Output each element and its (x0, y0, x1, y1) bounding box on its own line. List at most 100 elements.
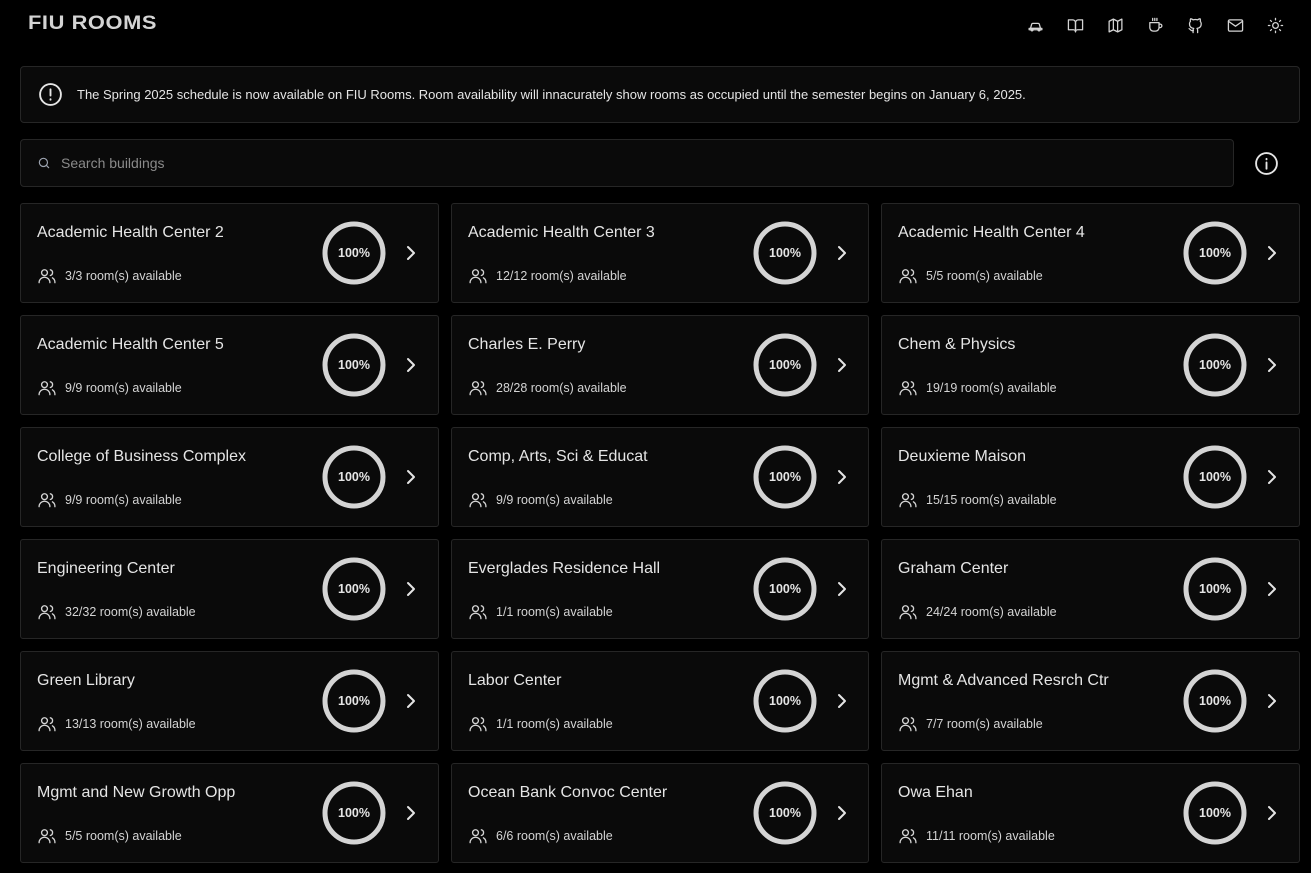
book-icon[interactable] (1065, 15, 1085, 35)
percent-label: 100% (338, 806, 370, 820)
chevron-right-icon[interactable] (1264, 468, 1280, 486)
chevron-right-icon[interactable] (834, 244, 850, 262)
availability-ring: 100% (322, 221, 386, 285)
building-card[interactable]: Graham Center 24/24 room(s) available 100% (881, 539, 1300, 639)
availability-row: 28/28 room(s) available (468, 378, 627, 398)
availability-row: 13/13 room(s) available (37, 714, 196, 734)
users-icon (469, 269, 487, 284)
availability-ring: 100% (753, 669, 817, 733)
building-card[interactable]: Labor Center 1/1 room(s) available 100% (451, 651, 869, 751)
building-card[interactable]: Charles E. Perry 28/28 room(s) available 1… (451, 315, 869, 415)
availability-text: 32/32 room(s) available (65, 605, 196, 619)
chevron-right-icon[interactable] (403, 356, 419, 374)
chevron-right-icon[interactable] (1264, 804, 1280, 822)
availability-ring: 100% (753, 781, 817, 845)
building-card[interactable]: Everglades Residence Hall 1/1 room(s) ava… (451, 539, 869, 639)
building-card[interactable]: Deuxieme Maison 15/15 room(s) available 10… (881, 427, 1300, 527)
chevron-right-icon[interactable] (403, 804, 419, 822)
users-icon (899, 381, 917, 396)
building-card[interactable]: Chem & Physics 19/19 room(s) available 100… (881, 315, 1300, 415)
building-card[interactable]: Comp, Arts, Sci & Educat 9/9 room(s) avai… (451, 427, 869, 527)
chevron-right-icon[interactable] (403, 468, 419, 486)
availability-text: 15/15 room(s) available (926, 493, 1057, 507)
availability-ring: 100% (322, 669, 386, 733)
availability-text: 11/11 room(s) available (926, 829, 1055, 843)
building-card[interactable]: Academic Health Center 5 9/9 room(s) avai… (20, 315, 439, 415)
building-name: Green Library (37, 672, 135, 689)
chevron-right-icon[interactable] (1264, 692, 1280, 710)
chevron-right-icon[interactable] (403, 692, 419, 710)
percent-label: 100% (1199, 246, 1231, 260)
availability-row: 1/1 room(s) available (468, 602, 613, 622)
building-card[interactable]: Ocean Bank Convoc Center 6/6 room(s) avai… (451, 763, 869, 863)
availability-text: 24/24 room(s) available (926, 605, 1057, 619)
availability-ring: 100% (1183, 557, 1247, 621)
availability-row: 5/5 room(s) available (37, 826, 182, 846)
availability-ring: 100% (1183, 445, 1247, 509)
chevron-right-icon[interactable] (834, 356, 850, 374)
building-name: Academic Health Center 2 (37, 224, 224, 241)
availability-row: 7/7 room(s) available (898, 714, 1043, 734)
chevron-right-icon[interactable] (834, 580, 850, 598)
users-icon (469, 829, 487, 844)
building-card[interactable]: College of Business Complex 9/9 room(s) a… (20, 427, 439, 527)
building-card[interactable]: Academic Health Center 2 3/3 room(s) avai… (20, 203, 439, 303)
chevron-right-icon[interactable] (1264, 356, 1280, 374)
users-icon (38, 269, 56, 284)
building-name: Charles E. Perry (468, 336, 586, 353)
percent-label: 100% (1199, 582, 1231, 596)
map-icon[interactable] (1105, 15, 1125, 35)
building-card[interactable]: Mgmt & Advanced Resrch Ctr 7/7 room(s) av… (881, 651, 1300, 751)
building-name: Deuxieme Maison (898, 448, 1027, 465)
building-name: Academic Health Center 4 (898, 224, 1085, 241)
building-name: College of Business Complex (37, 448, 246, 465)
building-name: Graham Center (898, 560, 1009, 577)
availability-row: 32/32 room(s) available (37, 602, 196, 622)
building-name: Ocean Bank Convoc Center (468, 784, 668, 801)
banner-text: The Spring 2025 schedule is now availabl… (77, 87, 1026, 102)
chevron-right-icon[interactable] (403, 580, 419, 598)
building-name: Labor Center (468, 672, 562, 689)
percent-label: 100% (769, 246, 801, 260)
chevron-right-icon[interactable] (834, 468, 850, 486)
mail-icon[interactable] (1225, 15, 1245, 35)
percent-label: 100% (338, 694, 370, 708)
coffee-icon[interactable] (1145, 15, 1165, 35)
availability-text: 9/9 room(s) available (65, 493, 182, 507)
percent-label: 100% (338, 470, 370, 484)
chevron-right-icon[interactable] (834, 804, 850, 822)
availability-text: 13/13 room(s) available (65, 717, 196, 731)
sun-icon[interactable] (1265, 15, 1285, 35)
building-card[interactable]: Mgmt and New Growth Opp 5/5 room(s) avail… (20, 763, 439, 863)
buildings-grid: Academic Health Center 2 3/3 room(s) avai… (20, 203, 1300, 863)
building-card[interactable]: Green Library 13/13 room(s) available 100% (20, 651, 439, 751)
info-icon[interactable] (1254, 151, 1279, 176)
building-card[interactable]: Academic Health Center 4 5/5 room(s) avai… (881, 203, 1300, 303)
availability-text: 28/28 room(s) available (496, 381, 627, 395)
search-input[interactable] (61, 155, 1233, 171)
github-icon[interactable] (1185, 15, 1205, 35)
availability-ring: 100% (753, 445, 817, 509)
building-name: Owa Ehan (898, 784, 973, 801)
chevron-right-icon[interactable] (834, 692, 850, 710)
app-logo[interactable]: FIU ROOMS (28, 13, 157, 35)
building-name: Everglades Residence Hall (468, 560, 661, 577)
availability-text: 1/1 room(s) available (496, 605, 613, 619)
building-card[interactable]: Owa Ehan 11/11 room(s) available 100% (881, 763, 1300, 863)
search-bar[interactable] (20, 139, 1234, 187)
chevron-right-icon[interactable] (403, 244, 419, 262)
availability-ring: 100% (753, 221, 817, 285)
percent-label: 100% (1199, 470, 1231, 484)
availability-row: 12/12 room(s) available (468, 266, 627, 286)
chevron-right-icon[interactable] (1264, 580, 1280, 598)
building-card[interactable]: Academic Health Center 3 12/12 room(s) av… (451, 203, 869, 303)
car-icon[interactable] (1025, 15, 1045, 35)
chevron-right-icon[interactable] (1264, 244, 1280, 262)
users-icon (899, 269, 917, 284)
availability-ring: 100% (1183, 669, 1247, 733)
building-card[interactable]: Engineering Center 32/32 room(s) availabl… (20, 539, 439, 639)
availability-text: 5/5 room(s) available (65, 829, 182, 843)
users-icon (38, 717, 56, 732)
percent-label: 100% (338, 582, 370, 596)
percent-label: 100% (769, 358, 801, 372)
